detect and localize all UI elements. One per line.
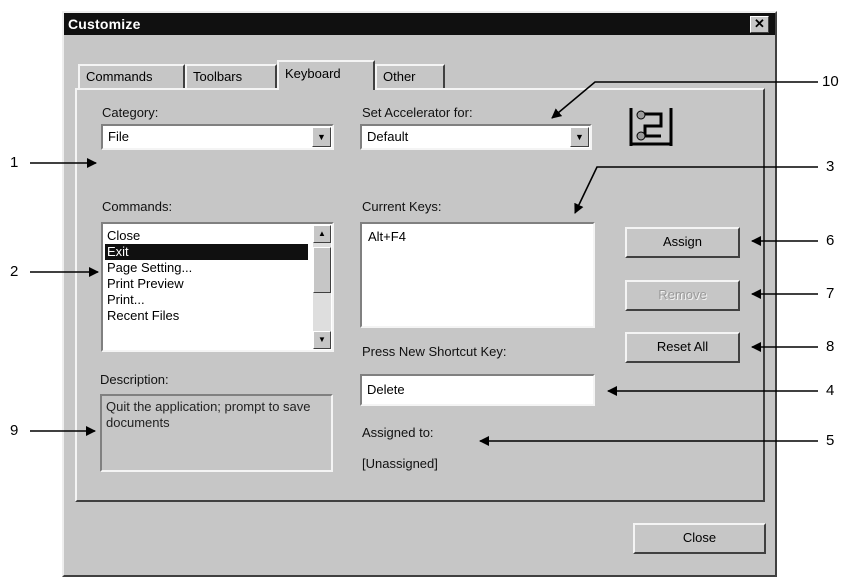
commands-scrollbar[interactable]: ▲ ▼ (313, 225, 331, 349)
close-button[interactable]: Close (633, 523, 766, 554)
callout-4: 4 (826, 382, 835, 399)
list-item[interactable]: Print Preview (105, 276, 308, 292)
commands-list[interactable]: Close Exit Page Setting... Print Preview… (101, 222, 334, 352)
list-item[interactable]: Alt+F4 (366, 229, 406, 245)
current-keys-label: Current Keys: (362, 199, 442, 214)
reset-all-button[interactable]: Reset All (625, 332, 740, 363)
tab-toolbars[interactable]: Toolbars (185, 64, 277, 89)
window-title: Customize (68, 16, 141, 32)
category-dropdown[interactable]: File ▼ (101, 124, 334, 150)
commands-label: Commands: (102, 199, 173, 214)
list-item[interactable]: Print... (105, 292, 308, 308)
remove-button[interactable]: Remove (625, 280, 740, 311)
tab-keyboard[interactable]: Keyboard (277, 60, 375, 90)
current-keys-list[interactable]: Alt+F4 (360, 222, 595, 328)
title-bar: Customize ✕ (64, 13, 775, 35)
callout-5: 5 (826, 432, 835, 449)
close-icon[interactable]: ✕ (750, 16, 769, 33)
callout-9: 9 (10, 422, 19, 439)
list-item[interactable]: Close (105, 228, 308, 244)
category-value: File (108, 129, 129, 144)
list-item[interactable]: Page Setting... (105, 260, 308, 276)
scroll-thumb[interactable] (313, 247, 331, 293)
accelerator-dropdown[interactable]: Default ▼ (360, 124, 592, 150)
callout-6: 6 (826, 232, 835, 249)
callout-2: 2 (10, 263, 19, 280)
shortcut-value: Delete (367, 382, 405, 397)
callout-7: 7 (826, 285, 835, 302)
callout-1: 1 (10, 154, 19, 171)
assign-button[interactable]: Assign (625, 227, 740, 258)
description-label: Description: (100, 372, 169, 387)
callout-8: 8 (826, 338, 835, 355)
shortcut-label: Press New Shortcut Key: (362, 344, 507, 359)
tab-commands[interactable]: Commands (78, 64, 185, 89)
callout-10: 10 (822, 73, 839, 90)
list-item-selected[interactable]: Exit (105, 244, 308, 260)
callout-3: 3 (826, 158, 835, 175)
assigned-value: [Unassigned] (362, 456, 438, 471)
keyboard-accelerator-icon (629, 106, 673, 146)
category-label: Category: (102, 105, 159, 120)
scroll-down-icon[interactable]: ▼ (313, 331, 331, 349)
description-box: Quit the application; prompt to save doc… (100, 394, 333, 472)
accelerator-label: Set Accelerator for: (362, 105, 473, 120)
chevron-down-icon[interactable]: ▼ (570, 127, 589, 147)
assigned-label: Assigned to: (362, 425, 434, 440)
shortcut-input[interactable]: Delete (360, 374, 595, 406)
scroll-up-icon[interactable]: ▲ (313, 225, 331, 243)
chevron-down-icon[interactable]: ▼ (312, 127, 331, 147)
accelerator-value: Default (367, 129, 409, 144)
tab-other[interactable]: Other (375, 64, 445, 89)
description-text: Quit the application; prompt to save doc… (106, 399, 311, 430)
list-item[interactable]: Recent Files (105, 308, 308, 324)
